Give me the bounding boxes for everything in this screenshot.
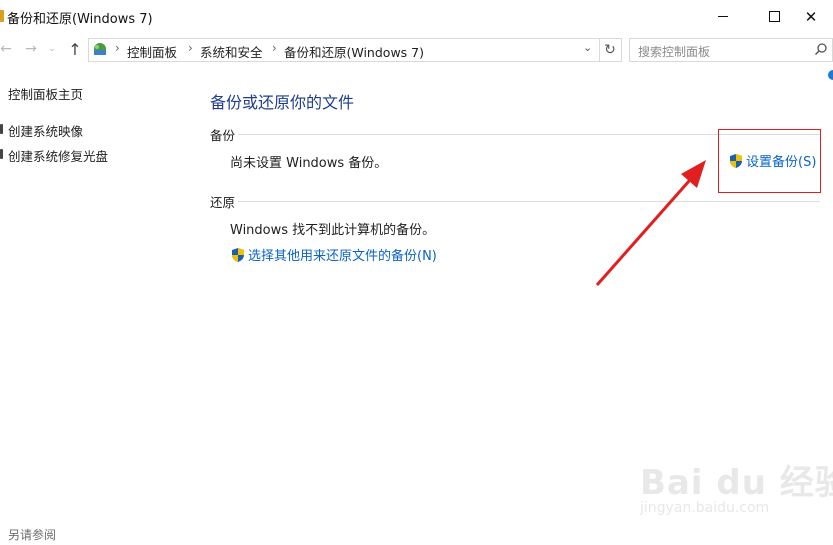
annotation-arrow [595,160,706,286]
